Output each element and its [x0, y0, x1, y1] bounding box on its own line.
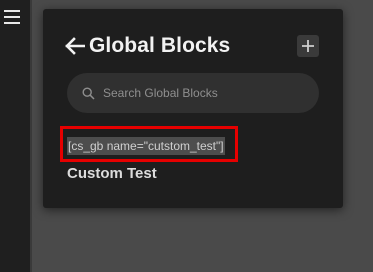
global-blocks-panel: Global Blocks [cs_gb name="cutstom_test"… — [43, 9, 343, 208]
hamburger-menu-icon[interactable] — [4, 10, 20, 26]
search-box[interactable] — [67, 73, 319, 113]
search-input[interactable] — [103, 86, 303, 100]
add-block-button[interactable] — [297, 35, 319, 57]
block-shortcode[interactable]: [cs_gb name="cutstom_test"] — [67, 137, 225, 155]
panel-header: Global Blocks — [65, 34, 230, 58]
block-name-label[interactable]: Custom Test — [67, 165, 157, 182]
plus-icon — [302, 40, 314, 52]
panel-title: Global Blocks — [89, 34, 231, 57]
left-rail — [0, 0, 32, 272]
search-icon — [82, 86, 95, 100]
arrow-left-icon[interactable] — [65, 37, 85, 55]
